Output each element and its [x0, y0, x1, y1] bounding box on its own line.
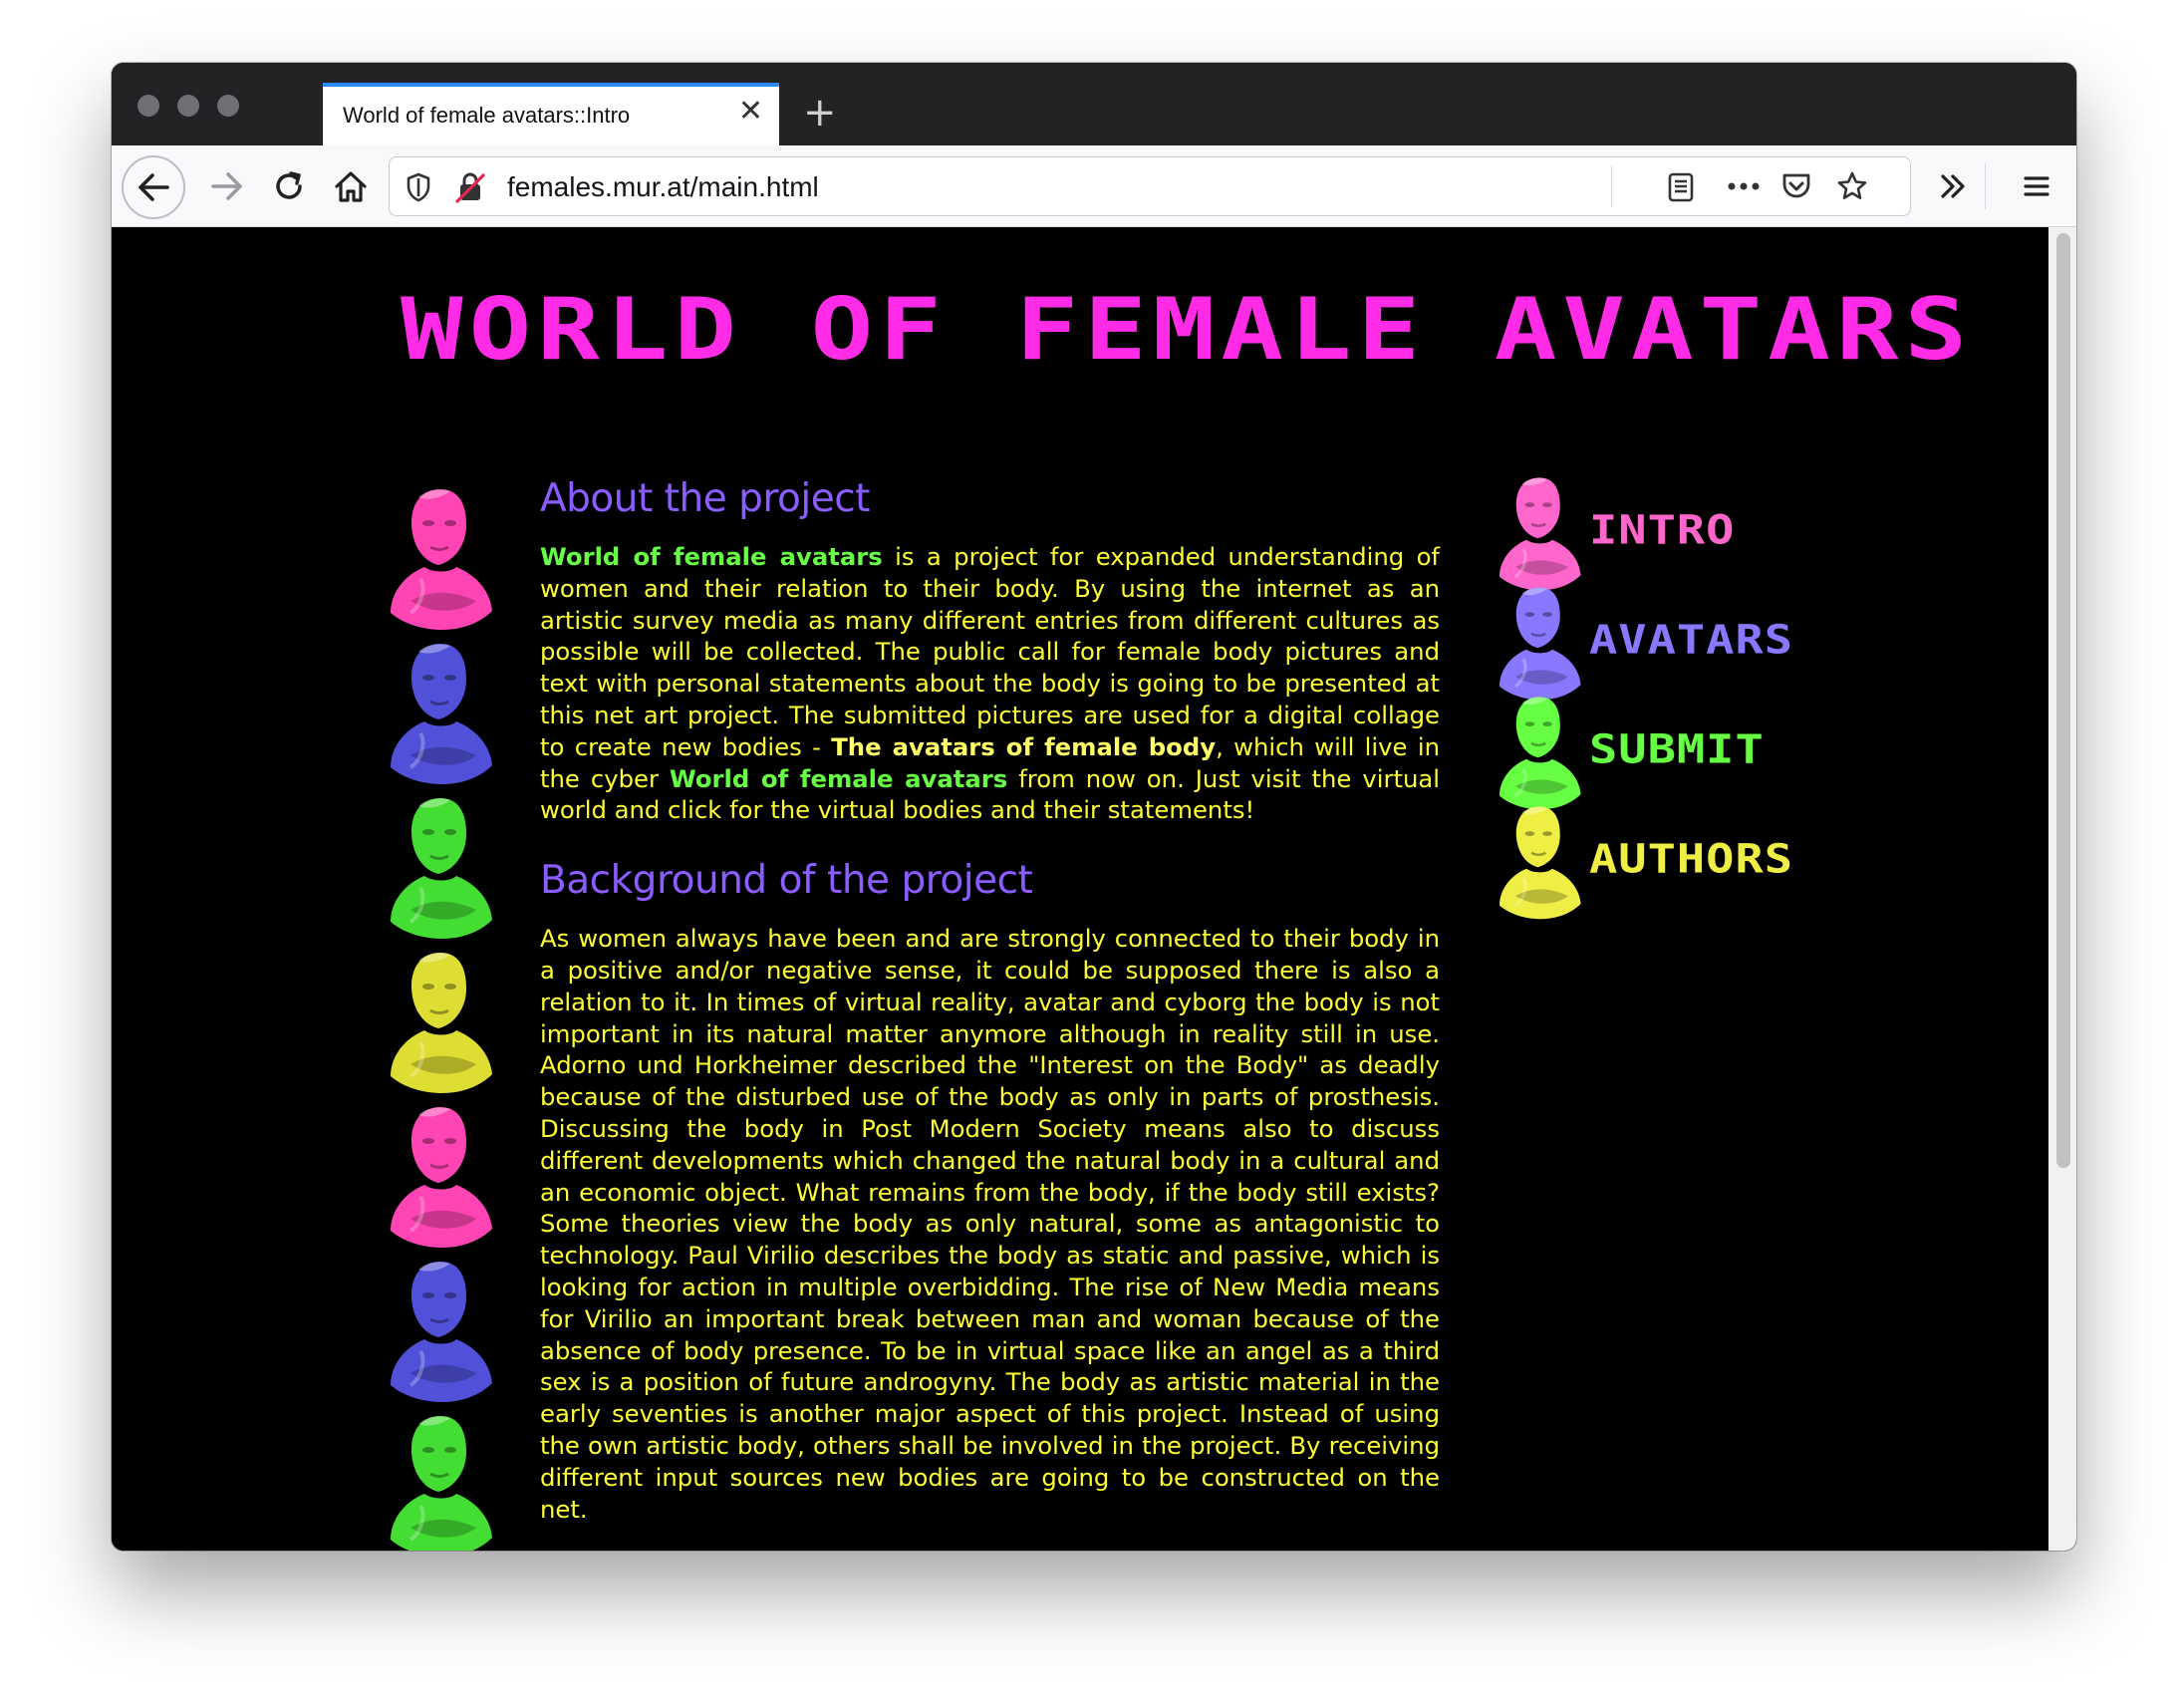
scrollbar[interactable]	[2048, 227, 2076, 1551]
menu-label-submit: Submit	[1589, 726, 1765, 773]
project-name-highlight: World of female avatars	[540, 542, 883, 571]
main-content: About the project World of female avatar…	[540, 476, 1440, 1551]
maximize-window-icon[interactable]	[217, 95, 239, 117]
browser-window: World of female avatars::Intro ✕ + femal…	[112, 63, 2076, 1551]
overflow-menu-button[interactable]	[1925, 158, 1981, 214]
avatar-bust-icon	[1492, 581, 1587, 701]
back-button[interactable]	[122, 155, 185, 219]
app-menu-button[interactable]	[2009, 158, 2064, 214]
menu-label-intro: Intro	[1589, 507, 1736, 554]
reader-view-icon[interactable]	[1667, 171, 1695, 203]
bookmark-star-icon[interactable]	[1836, 170, 1868, 202]
avatar-bust-image	[381, 1408, 500, 1551]
avatar-bust-image	[381, 1254, 500, 1403]
about-paragraph: World of female avatars is a project for…	[540, 541, 1440, 826]
reload-icon	[276, 171, 302, 199]
minimize-window-icon[interactable]	[177, 95, 199, 117]
url-bar[interactable]: females.mur.at/main.html	[389, 156, 1911, 216]
shield-icon[interactable]	[406, 172, 431, 202]
hamburger-menu-icon	[2024, 176, 2049, 196]
tab-active[interactable]: World of female avatars::Intro ✕	[323, 83, 779, 145]
home-icon	[335, 171, 367, 202]
arrow-left-icon	[138, 173, 169, 201]
tab-title: World of female avatars::Intro	[343, 103, 631, 128]
menu-item-authors[interactable]: Authors	[1492, 800, 1810, 940]
avatar-bust-image	[381, 1099, 500, 1249]
arrow-right-icon	[211, 172, 242, 200]
url-bar-separator	[1611, 165, 1612, 207]
avatar-bust-image	[381, 790, 500, 940]
insecure-lock-icon[interactable]	[455, 171, 485, 203]
tab-bar: World of female avatars::Intro ✕ +	[112, 63, 2076, 145]
toolbar-separator	[1985, 163, 1986, 209]
avatar-bust-icon	[1492, 471, 1587, 591]
site-title: World of Female Avatars	[401, 279, 1974, 380]
home-button[interactable]	[323, 158, 379, 214]
about-text: is a project for expanded understanding …	[540, 542, 1440, 761]
project-name-highlight: World of female avatars	[669, 763, 1008, 793]
scrollbar-thumb[interactable]	[2056, 233, 2070, 1168]
new-tab-icon[interactable]: +	[803, 93, 837, 133]
close-tab-icon[interactable]: ✕	[738, 97, 763, 127]
pocket-icon[interactable]	[1780, 171, 1812, 201]
navigation-bar: females.mur.at/main.html	[112, 145, 2076, 227]
avatar-bust-icon	[1492, 800, 1587, 920]
background-paragraph: As women always have been and are strong…	[540, 924, 1440, 1524]
avatar-bust-image	[381, 945, 500, 1094]
menu-label-authors: Authors	[1589, 836, 1794, 883]
about-heading: About the project	[540, 476, 870, 521]
avatars-highlight: The avatars of female body	[831, 731, 1217, 761]
avatar-bust-icon	[1492, 691, 1587, 810]
forward-button[interactable]	[199, 158, 255, 214]
page-viewport: World of Female Avatars About the projec…	[112, 227, 2076, 1551]
reload-button[interactable]	[261, 158, 317, 214]
background-heading: Background of the project	[540, 858, 1033, 904]
url-text: females.mur.at/main.html	[507, 171, 819, 202]
chevron-double-right-icon	[1941, 174, 1965, 198]
avatar-bust-image	[381, 636, 500, 785]
avatar-bust-image	[381, 481, 500, 631]
menu-label-avatars: Avatars	[1589, 617, 1794, 664]
close-window-icon[interactable]	[137, 95, 159, 117]
more-actions-icon[interactable]	[1727, 181, 1761, 191]
